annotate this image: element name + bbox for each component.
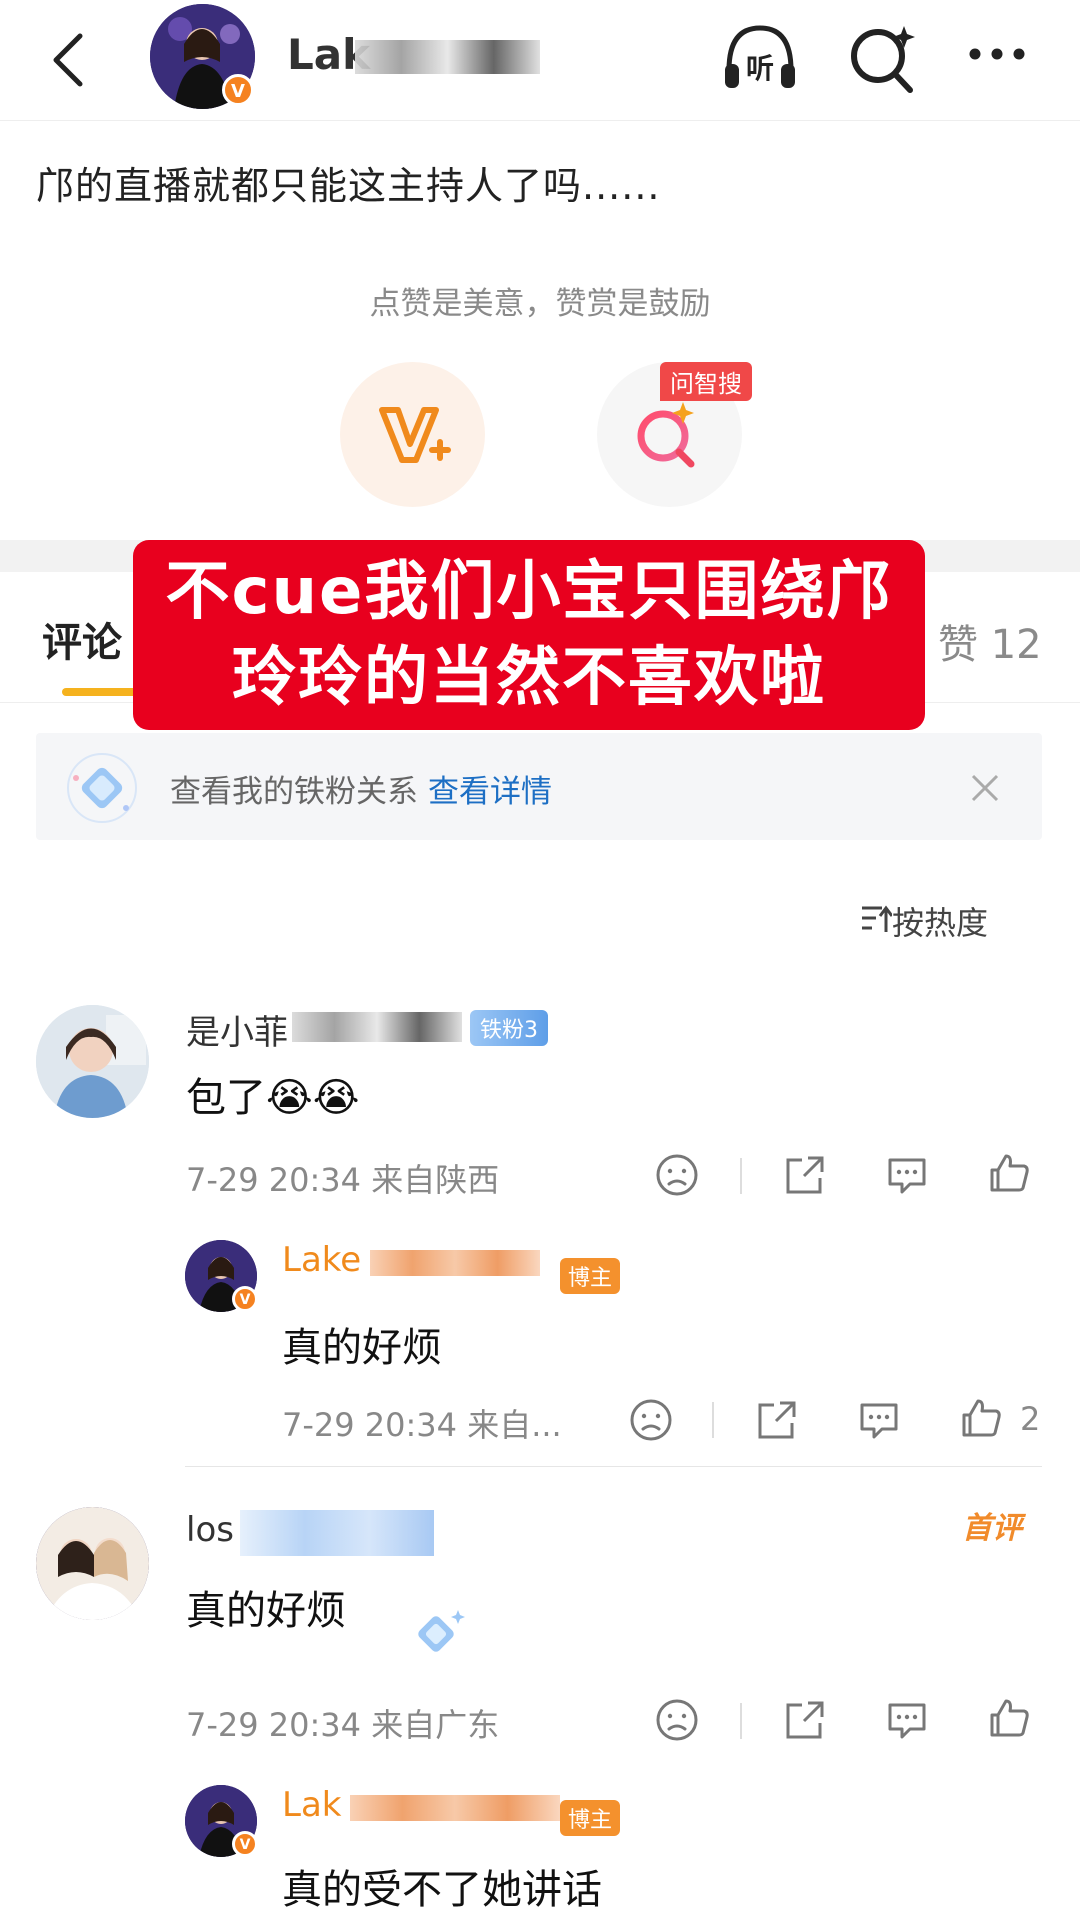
redacted-name-blur: [240, 1510, 434, 1556]
reward-v-icon: [379, 407, 451, 463]
redacted-name-blur: [292, 1012, 462, 1042]
comment-icon[interactable]: [856, 1397, 902, 1443]
reward-tip: 点赞是美意，赞赏是鼓励: [369, 286, 711, 322]
more-icon[interactable]: [955, 12, 1045, 102]
comment-meta: 7-29 20:34 来自广东: [186, 1706, 500, 1744]
verified-badge-icon: V: [222, 74, 254, 106]
comment-text: 包了😭😭: [186, 1075, 360, 1121]
commenter-avatar[interactable]: [36, 1507, 149, 1620]
like-icon[interactable]: [958, 1395, 1004, 1441]
iron-fan-badge: 铁粉3: [470, 1010, 548, 1046]
fan-diamond-icon: [62, 748, 142, 828]
action-separator: [740, 1158, 742, 1194]
comment-icon[interactable]: [884, 1152, 930, 1198]
action-separator: [712, 1402, 714, 1438]
redacted-name-blur: [350, 1795, 560, 1821]
like-icon[interactable]: [986, 1150, 1032, 1196]
redacted-name-blur: [370, 1250, 540, 1276]
reply-meta: 7-29 20:34 来自...: [282, 1406, 562, 1444]
comment-meta: 7-29 20:34 来自陕西: [186, 1161, 500, 1199]
commenter-name[interactable]: 是小菲: [186, 1005, 288, 1054]
commenter-name[interactable]: los: [186, 1510, 234, 1550]
post-text: 邝的直播就都只能这主持人了吗......: [36, 164, 661, 208]
blogger-name[interactable]: Lake: [282, 1240, 361, 1280]
blogger-badge: 博主: [560, 1258, 621, 1294]
overlay-caption: 不cue我们小宝只围绕邝 玲玲的当然不喜欢啦: [133, 540, 925, 730]
verified-badge-icon: V: [232, 1831, 258, 1857]
share-icon[interactable]: [782, 1152, 828, 1198]
blogger-badge: 博主: [560, 1800, 621, 1836]
redacted-name-blur: [355, 40, 540, 74]
reply-text: 真的受不了她讲话: [282, 1867, 602, 1913]
comment-text: 真的好烦: [186, 1588, 346, 1634]
sort-icon[interactable]: [860, 902, 894, 938]
svg-text:听: 听: [746, 52, 774, 85]
fan-relation-text: 查看我的铁粉关系 查看详情: [170, 766, 552, 811]
back-arrow-icon[interactable]: [40, 30, 100, 90]
fan-relation-label: 查看我的铁粉关系: [170, 774, 418, 810]
share-icon[interactable]: [754, 1397, 800, 1443]
verified-badge-icon: V: [232, 1286, 258, 1312]
ask-tag: 问智搜: [660, 362, 752, 401]
sort-by-hot[interactable]: 按热度: [892, 898, 988, 944]
close-icon[interactable]: [965, 768, 1005, 808]
blogger-name[interactable]: Lak: [282, 1785, 341, 1825]
first-comment-tag: 首评: [962, 1511, 1022, 1546]
dislike-icon[interactable]: [654, 1697, 700, 1743]
reward-button[interactable]: [340, 362, 485, 507]
smart-search-icon[interactable]: [838, 12, 928, 102]
fan-detail-link[interactable]: 查看详情: [428, 774, 552, 810]
share-icon[interactable]: [782, 1697, 828, 1743]
tab-comments[interactable]: 评论: [42, 610, 122, 668]
listen-icon[interactable]: 听: [715, 12, 805, 102]
iron-fan-diamond-icon: [404, 1602, 468, 1666]
dislike-icon[interactable]: [654, 1152, 700, 1198]
action-separator: [740, 1703, 742, 1739]
overlay-line-1: 不cue我们小宝只围绕邝: [165, 555, 893, 629]
dislike-icon[interactable]: [628, 1397, 674, 1443]
like-count: 2: [1020, 1400, 1041, 1438]
tab-likes[interactable]: 赞 12: [938, 612, 1042, 670]
comment-divider: [185, 1466, 1042, 1467]
reply-text: 真的好烦: [282, 1325, 442, 1371]
comment-icon[interactable]: [884, 1697, 930, 1743]
overlay-line-2: 玲玲的当然不喜欢啦: [232, 641, 826, 715]
like-icon[interactable]: [986, 1695, 1032, 1741]
commenter-avatar[interactable]: [36, 1005, 149, 1118]
